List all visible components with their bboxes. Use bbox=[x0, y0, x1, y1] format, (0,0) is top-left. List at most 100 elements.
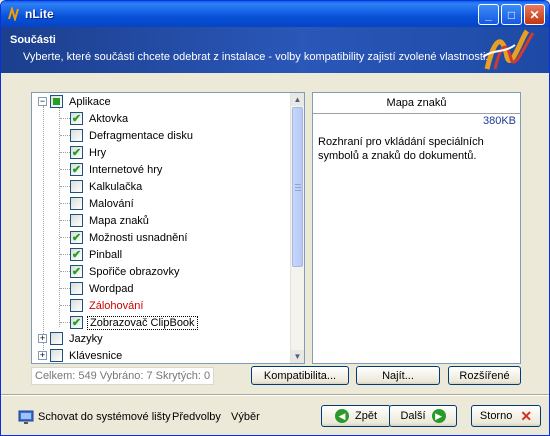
tree-guide-line bbox=[60, 271, 70, 272]
window-title: nLite bbox=[25, 7, 54, 21]
tree-guide-line bbox=[60, 152, 70, 153]
tree-item-label: Kalkulačka bbox=[89, 180, 143, 193]
hide-to-tray-link[interactable]: Schovat do systémové lišty bbox=[38, 411, 171, 423]
tree-node-label: Jazyky bbox=[69, 332, 103, 345]
page-title: Součásti bbox=[10, 34, 56, 46]
tree-item[interactable]: ✔ Hry bbox=[70, 144, 108, 161]
tree-guide-line bbox=[60, 237, 70, 238]
info-description: Rozhraní pro vkládání speciálních symbol… bbox=[318, 136, 484, 162]
tree-guide-line bbox=[60, 322, 70, 323]
footer-divider bbox=[1, 394, 549, 396]
tree-item-label: Wordpad bbox=[89, 282, 134, 295]
cancel-label: Storno bbox=[479, 410, 513, 422]
tree-item[interactable]: Malování bbox=[70, 195, 136, 212]
tree-guide-line bbox=[60, 305, 70, 306]
collapse-icon[interactable]: − bbox=[38, 97, 47, 106]
tree-item[interactable]: ✔ Spořiče obrazovky bbox=[70, 263, 182, 280]
scroll-thumb[interactable] bbox=[292, 107, 303, 267]
tree-node-klavesnice[interactable]: + Klávesnice bbox=[38, 347, 124, 363]
checkbox-checked-icon[interactable]: ✔ bbox=[70, 248, 83, 261]
tree-item-label: Internetové hry bbox=[89, 163, 163, 176]
checkbox-icon[interactable] bbox=[70, 197, 83, 210]
minimize-button[interactable]: _ bbox=[478, 4, 499, 25]
nlite-app-icon bbox=[8, 7, 19, 21]
tree-guide-line bbox=[60, 254, 70, 255]
checkbox-icon[interactable] bbox=[70, 129, 83, 142]
maximize-button[interactable]: □ bbox=[501, 4, 522, 25]
tree-guide-line bbox=[59, 106, 60, 327]
component-info-panel: Mapa znaků 380KB Rozhraní pro vkládání s… bbox=[312, 92, 521, 364]
tree-item[interactable]: Kalkulačka bbox=[70, 178, 144, 195]
tree-guide-line bbox=[60, 169, 70, 170]
title-bar[interactable]: nLite _ □ ✕ bbox=[1, 1, 549, 27]
checkbox-checked-icon[interactable]: ✔ bbox=[70, 265, 83, 278]
tree-node-label: Aplikace bbox=[69, 95, 111, 108]
tree-guide-line bbox=[60, 118, 70, 119]
tree-item-label: Malování bbox=[89, 197, 134, 210]
tree-item-label: Defragmentace disku bbox=[89, 129, 193, 142]
close-button[interactable]: ✕ bbox=[524, 4, 545, 25]
checkbox-checked-icon[interactable]: ✔ bbox=[70, 231, 83, 244]
page-description: Vyberte, které součásti chcete odebrat z… bbox=[23, 51, 489, 63]
main-window: nLite _ □ ✕ Součásti Vyberte, které souč… bbox=[0, 0, 550, 436]
tree-guide-line bbox=[43, 106, 44, 358]
checkbox-icon[interactable] bbox=[50, 349, 63, 362]
tree-item-label: Možnosti usnadnění bbox=[89, 231, 188, 244]
tree-item[interactable]: Mapa znaků bbox=[70, 212, 151, 229]
about-link[interactable]: Výběr bbox=[231, 411, 260, 423]
tree-item-label: Mapa znaků bbox=[89, 214, 149, 227]
tree-item-label: Zobrazovač ClipBook bbox=[87, 315, 198, 330]
expand-icon[interactable]: + bbox=[38, 351, 47, 360]
tree-node-label: Klávesnice bbox=[69, 349, 123, 362]
tree-item[interactable]: Wordpad bbox=[70, 280, 135, 297]
tree-guide-line bbox=[60, 288, 70, 289]
checkbox-checked-icon[interactable]: ✔ bbox=[70, 316, 83, 329]
tree-item[interactable]: Defragmentace disku bbox=[70, 127, 195, 144]
checkbox-checked-icon[interactable]: ✔ bbox=[70, 112, 83, 125]
components-tree[interactable]: − Aplikace ✔ Aktovka Defragmentace disku ✔ H… bbox=[31, 92, 305, 364]
tree-item-label: Spořiče obrazovky bbox=[89, 265, 180, 278]
tree-scrollbar[interactable]: ▲ ▼ bbox=[290, 93, 304, 363]
preferences-link[interactable]: Předvolby bbox=[172, 411, 221, 423]
arrow-right-icon: ▶ bbox=[431, 409, 446, 423]
checkbox-icon[interactable] bbox=[70, 180, 83, 193]
checkbox-partial-icon[interactable] bbox=[50, 95, 63, 108]
tree-item-label: Hry bbox=[89, 146, 107, 159]
tree-item[interactable]: ✔ Aktovka bbox=[70, 110, 130, 127]
info-title: Mapa znaků bbox=[386, 97, 447, 109]
checkbox-icon[interactable] bbox=[70, 282, 83, 295]
tree-node-aplikace[interactable]: − Aplikace bbox=[38, 93, 113, 110]
selection-status: Celkem: 549 Vybráno: 7 Skrytých: 0 bbox=[31, 367, 215, 385]
page-header: Součásti Vyberte, které součásti chcete … bbox=[1, 27, 549, 73]
back-label: Zpět bbox=[354, 410, 377, 422]
tree-item-label: Zálohování bbox=[89, 299, 144, 312]
checkbox-icon[interactable] bbox=[70, 214, 83, 227]
tree-item-label: Aktovka bbox=[89, 112, 129, 125]
tree-guide-line bbox=[60, 135, 70, 136]
tree-guide-line bbox=[60, 203, 70, 204]
advanced-button[interactable]: Rozšířené bbox=[448, 366, 521, 385]
tree-item-label: Pinball bbox=[89, 248, 123, 261]
checkbox-checked-icon[interactable]: ✔ bbox=[70, 163, 83, 176]
tree-item[interactable]: ✔ Internetové hry bbox=[70, 161, 164, 178]
tree-node-jazyky[interactable]: + Jazyky bbox=[38, 330, 105, 347]
info-divider bbox=[313, 113, 520, 114]
tree-item[interactable]: ✔ Možnosti usnadnění bbox=[70, 229, 189, 246]
arrow-left-icon: ◀ bbox=[334, 409, 349, 423]
cancel-button[interactable]: Storno ✕ bbox=[471, 405, 541, 427]
tree-item[interactable]: ✔ Pinball bbox=[70, 246, 124, 263]
checkbox-checked-icon[interactable]: ✔ bbox=[70, 146, 83, 159]
compatibility-button[interactable]: Kompatibilita... bbox=[251, 366, 349, 385]
back-button[interactable]: ◀ Zpět bbox=[321, 405, 391, 427]
find-button[interactable]: Najít... bbox=[356, 366, 440, 385]
scroll-down-icon[interactable]: ▼ bbox=[291, 350, 304, 363]
checkbox-icon[interactable] bbox=[70, 299, 83, 312]
checkbox-icon[interactable] bbox=[50, 332, 63, 345]
scroll-up-icon[interactable]: ▲ bbox=[291, 93, 304, 106]
tree-item[interactable]: ✔ Zobrazovač ClipBook bbox=[70, 314, 198, 331]
expand-icon[interactable]: + bbox=[38, 334, 47, 343]
next-button[interactable]: Další ▶ bbox=[389, 405, 457, 427]
tray-icon bbox=[18, 410, 34, 424]
tree-item[interactable]: Zálohování bbox=[70, 297, 145, 314]
info-size: 380KB bbox=[482, 115, 516, 127]
